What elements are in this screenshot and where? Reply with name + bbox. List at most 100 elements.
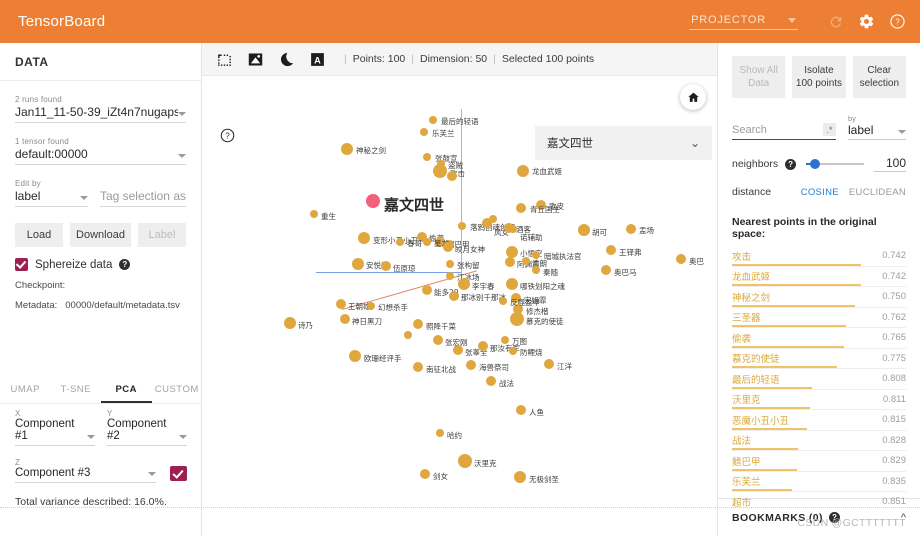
pca-y-selector[interactable]: Y Component #2	[107, 409, 187, 446]
scatter-point[interactable]	[340, 314, 350, 324]
isolate-points-button[interactable]: Isolate 100 points	[792, 56, 846, 98]
scatter-point[interactable]	[517, 165, 529, 177]
scatter-point[interactable]	[352, 258, 364, 270]
scatter-point[interactable]	[420, 469, 430, 479]
night-mode-icon[interactable]	[278, 51, 295, 68]
help-icon[interactable]: ?	[119, 259, 131, 270]
scatter-point[interactable]	[367, 302, 375, 310]
scatter-point[interactable]	[601, 265, 611, 275]
scatter-point[interactable]	[429, 116, 437, 124]
search-by-selector[interactable]: by label	[848, 114, 906, 140]
help-icon[interactable]: ?	[785, 158, 797, 170]
scatter-point[interactable]	[544, 359, 554, 369]
scatter-point-selected[interactable]	[366, 194, 380, 208]
hovered-point-card[interactable]: 嘉文四世 ⌄	[535, 126, 712, 160]
help-button[interactable]: ?	[889, 13, 906, 30]
scatter-point[interactable]	[509, 225, 517, 233]
reset-view-button[interactable]	[680, 84, 706, 110]
scatter-point[interactable]	[516, 405, 526, 415]
scatter-point[interactable]	[499, 297, 507, 305]
scatter-point[interactable]	[449, 291, 459, 301]
scatter-point[interactable]	[486, 376, 496, 386]
tensor-selector[interactable]: 1 tensor found default:00000	[15, 137, 186, 165]
scatter-point[interactable]	[336, 299, 346, 309]
settings-button[interactable]	[858, 13, 875, 30]
scatter-point[interactable]	[349, 350, 361, 362]
show-all-data-button[interactable]: Show All Data	[732, 56, 786, 98]
scatter-point[interactable]	[446, 260, 454, 268]
neighbors-slider[interactable]	[806, 159, 864, 169]
select-box-icon[interactable]	[216, 51, 233, 68]
search-input[interactable]: Search .*	[732, 123, 836, 140]
scatter-point[interactable]	[458, 278, 470, 290]
pca-z-checkbox[interactable]	[170, 466, 187, 481]
nearest-point-row[interactable]: 慕克的使徒 0.775	[732, 349, 906, 369]
scatter-point[interactable]	[676, 254, 686, 264]
refresh-button[interactable]	[828, 14, 844, 30]
scatter-point[interactable]	[509, 347, 517, 355]
scatter-point[interactable]	[404, 331, 412, 339]
nearest-point-row[interactable]: 偷袭 0.765	[732, 328, 906, 349]
nearest-point-row[interactable]: 恶魔小丑小丑 0.815	[732, 410, 906, 431]
scatter-point[interactable]	[482, 218, 492, 228]
labels-toggle-icon[interactable]: A	[309, 51, 326, 68]
dashboard-selector[interactable]: PROJECTOR	[689, 13, 798, 30]
sphereize-row[interactable]: Sphereize data ?	[15, 258, 186, 271]
scatter-point[interactable]	[413, 319, 423, 329]
scatter-point[interactable]	[516, 203, 526, 213]
download-button[interactable]: Download	[70, 223, 131, 247]
scatter-point[interactable]	[626, 224, 636, 234]
runs-selector[interactable]: 2 runs found Jan11_11-50-39_iZt4n7nugaps…	[15, 95, 186, 123]
scatter-point[interactable]	[413, 362, 423, 372]
nearest-point-row[interactable]: 沃里克 0.811	[732, 390, 906, 410]
scatter-point[interactable]	[396, 238, 404, 246]
nearest-point-row[interactable]: 战法 0.828	[732, 431, 906, 451]
nearest-point-row[interactable]: 攻击 0.742	[732, 246, 906, 267]
pca-z-selector[interactable]: Z Component #3	[15, 458, 156, 483]
scatter-point[interactable]	[284, 317, 296, 329]
visualization-help-icon[interactable]: ?	[220, 128, 235, 143]
regex-icon[interactable]: .*	[823, 123, 836, 136]
neighbors-slider-knob[interactable]	[810, 159, 821, 169]
scatter-point[interactable]	[522, 257, 530, 265]
scatter-point[interactable]	[420, 128, 428, 136]
label-button[interactable]: Label	[137, 223, 187, 247]
clear-selection-button[interactable]: Clear selection	[852, 56, 906, 98]
nearest-point-row[interactable]: 最后的轻语 0.808	[732, 369, 906, 390]
scatter-point[interactable]	[433, 164, 447, 178]
scatter-point[interactable]	[423, 153, 431, 161]
scatter-point[interactable]	[443, 242, 453, 252]
edit-by-selector[interactable]: Edit by label	[15, 179, 88, 207]
scatter-plot-canvas[interactable]: ? 嘉文四世 ⌄ 最后的轻语 乐芙兰 神秘之剑 张鼓宣 盗贼 攻击 龙血武姬 歌皮 青丘国主 嘉文…	[202, 76, 717, 535]
scatter-point[interactable]	[466, 360, 476, 370]
scatter-point[interactable]	[458, 454, 472, 468]
scatter-point[interactable]	[514, 471, 526, 483]
scatter-point[interactable]	[436, 429, 444, 437]
scatter-point[interactable]	[358, 232, 370, 244]
scatter-point[interactable]	[506, 278, 518, 290]
nearest-point-row[interactable]: 乐芙兰 0.835	[732, 472, 906, 492]
nearest-point-row[interactable]: 神秘之剑 0.750	[732, 287, 906, 308]
scatter-point[interactable]	[578, 224, 590, 236]
scatter-point[interactable]	[381, 261, 391, 271]
distance-option-euclidean[interactable]: EUCLIDEAN	[849, 187, 906, 198]
sphereize-checkbox[interactable]	[15, 258, 28, 271]
image-toggle-icon[interactable]	[247, 51, 264, 68]
distance-option-cosine[interactable]: COSINE	[801, 187, 839, 198]
nearest-point-row[interactable]: 鳍巴甲 0.829	[732, 451, 906, 472]
scatter-point[interactable]	[458, 222, 466, 230]
scatter-point[interactable]	[447, 171, 457, 181]
scatter-point[interactable]	[532, 266, 540, 274]
scatter-point[interactable]	[478, 341, 488, 351]
scatter-point[interactable]	[341, 143, 353, 155]
tag-selection-input[interactable]: Tag selection as	[99, 179, 186, 207]
nearest-point-row[interactable]: 三圣器 0.762	[732, 308, 906, 328]
scatter-point[interactable]	[423, 238, 431, 246]
scatter-point[interactable]	[446, 272, 454, 280]
scatter-point[interactable]	[433, 335, 443, 345]
load-button[interactable]: Load	[15, 223, 64, 247]
scatter-point[interactable]	[453, 345, 463, 355]
scatter-point[interactable]	[510, 312, 524, 326]
chevron-down-icon[interactable]: ⌄	[690, 136, 700, 150]
scatter-point[interactable]	[606, 245, 616, 255]
